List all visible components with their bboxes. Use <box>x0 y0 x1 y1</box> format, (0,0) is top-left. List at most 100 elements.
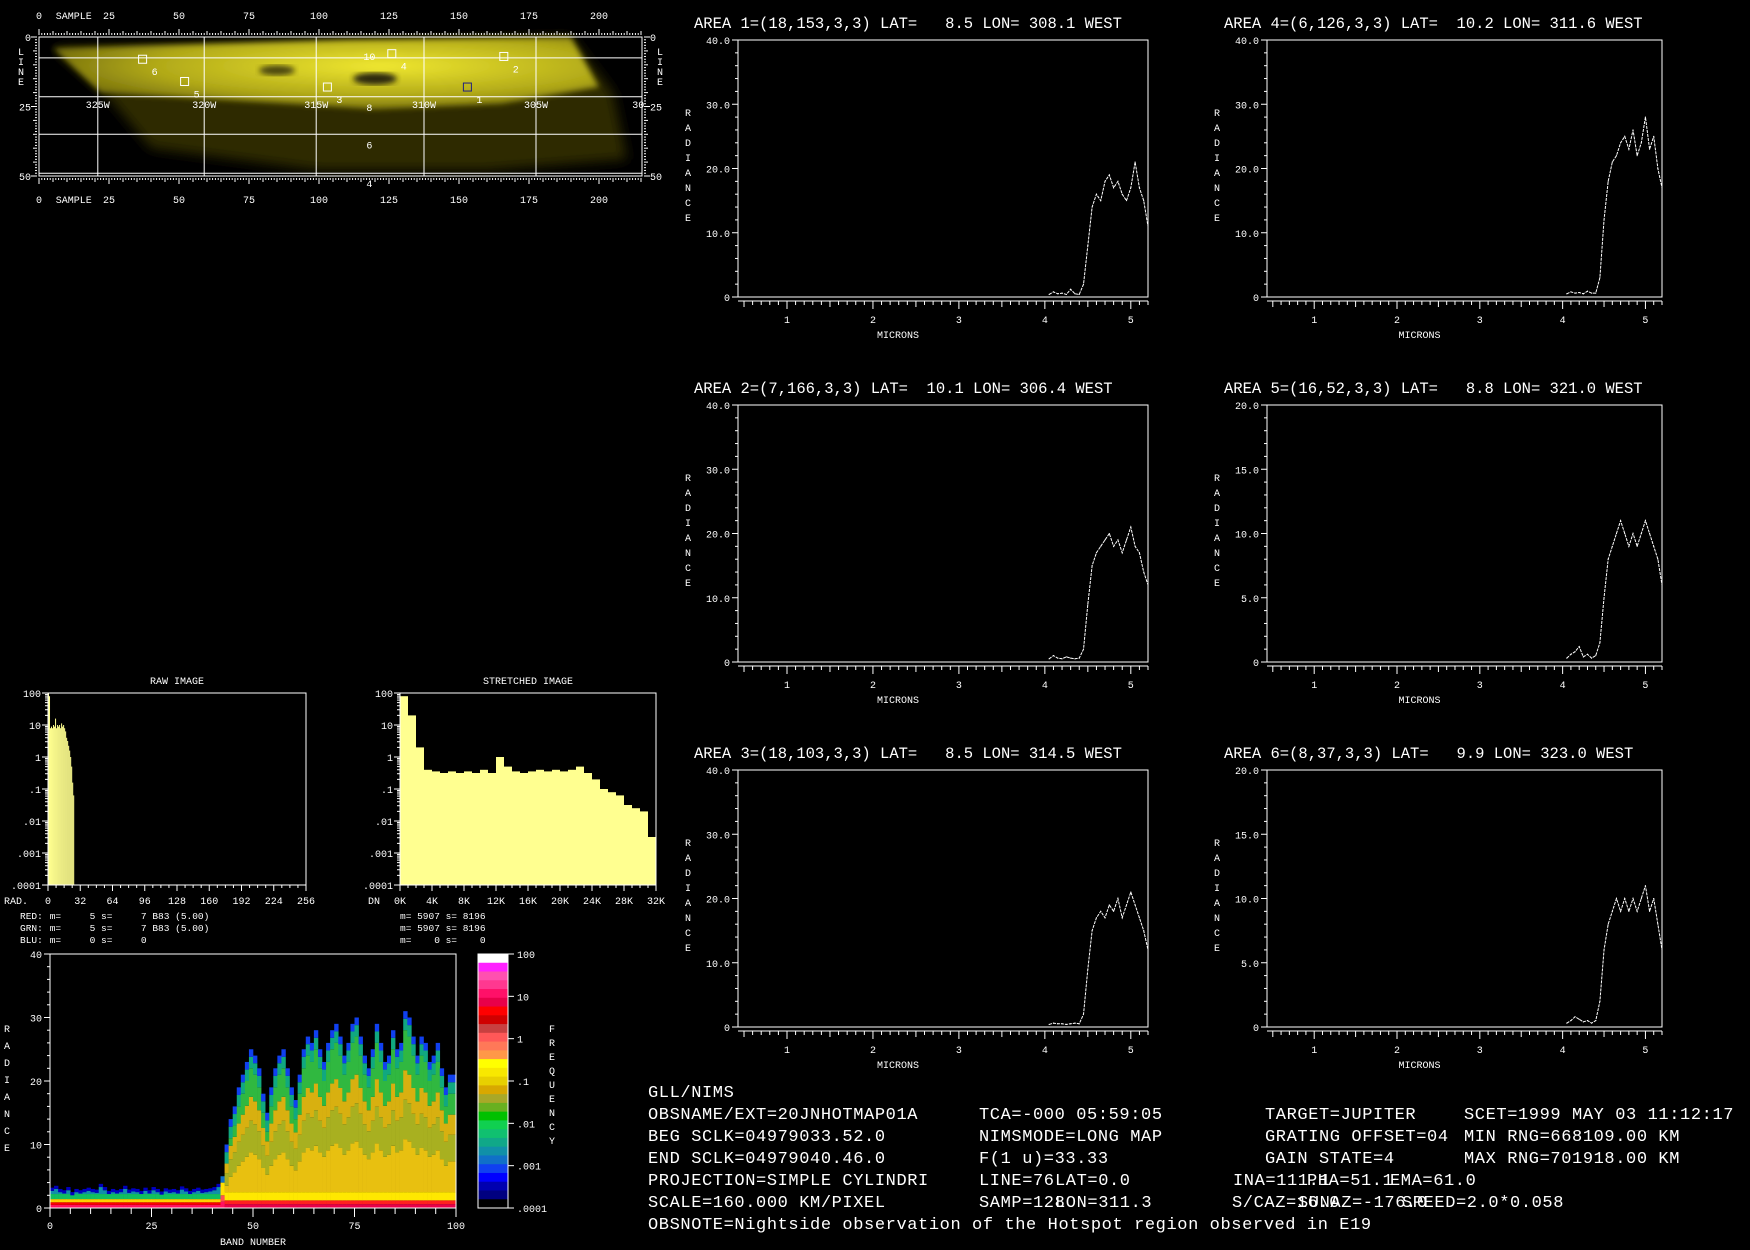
y-tick-label: 10.0 <box>1235 896 1259 907</box>
heat-cell <box>236 1087 242 1095</box>
colorbar-swatch <box>478 997 508 1008</box>
heat-cell <box>273 1110 278 1132</box>
spectrum-point <box>1083 283 1085 285</box>
heat-cell <box>54 1202 59 1205</box>
spectrum-point <box>1644 520 1646 522</box>
x-tick-label: 4 <box>1042 316 1048 327</box>
heat-cell <box>257 1110 262 1132</box>
spectrum-point <box>1108 174 1110 176</box>
heat-cell <box>309 1204 315 1208</box>
y-tick-label: .1 <box>29 786 41 797</box>
heat-cell <box>277 1101 282 1125</box>
y-axis-label-letter: D <box>685 869 691 880</box>
x-tick-label: 256 <box>297 897 315 908</box>
heat-cell <box>297 1192 303 1201</box>
heat-cell <box>281 1192 286 1201</box>
heat-cell <box>407 1036 412 1075</box>
heat-cell <box>253 1124 258 1155</box>
band-column <box>66 1187 71 1208</box>
x-tick-label: 5 <box>1642 681 1648 692</box>
heat-cell <box>439 1075 445 1088</box>
spectrum-point <box>1591 657 1593 659</box>
stats-line: m= 5907 s= 8196 <box>400 923 486 934</box>
heat-cell <box>427 1081 432 1106</box>
y-axis-label-letter: C <box>685 199 691 210</box>
obsnote: OBSNOTE=Nightside observation of the Hot… <box>648 1216 1372 1235</box>
heat-cell <box>330 1204 335 1208</box>
histogram-bar <box>560 771 568 885</box>
heat-cell <box>313 1083 319 1111</box>
heat-cell <box>338 1113 343 1148</box>
heat-cell <box>224 1163 229 1174</box>
y-tick-label: 100 <box>23 690 41 701</box>
spectrum-panel-area-3: AREA 3=(18,103,3,3) LAT= 8.5 LON= 314.5 … <box>685 745 1149 1072</box>
heat-cell <box>326 1200 331 1205</box>
heat-cell <box>342 1124 347 1155</box>
projection: PROJECTION=SIMPLE CYLINDRI <box>648 1172 929 1191</box>
spectrum-point <box>1134 904 1136 906</box>
heat-cell <box>395 1096 400 1121</box>
band-column <box>208 1188 213 1208</box>
heat-cell <box>407 1017 412 1026</box>
heat-cell <box>228 1119 233 1127</box>
heat-cell <box>301 1204 307 1208</box>
heat-cell <box>391 1083 396 1111</box>
histogram-bar <box>496 757 504 885</box>
histogram-bar <box>440 773 448 885</box>
heat-cell <box>427 1069 432 1081</box>
band-column <box>378 1042 384 1208</box>
heat-cell <box>427 1204 432 1208</box>
heat-cell <box>131 1191 136 1195</box>
sample-tick-label: 200 <box>590 196 608 207</box>
heat-cell <box>443 1165 449 1193</box>
heat-cell <box>338 1087 343 1114</box>
spectrum-point <box>1636 910 1638 912</box>
colorbar-tick-label: .001 <box>517 1163 541 1174</box>
colorbar-label-letter: Q <box>549 1067 555 1078</box>
x-tick-label: 224 <box>265 897 283 908</box>
heat-cell <box>322 1204 327 1208</box>
spectrum-point <box>1603 219 1605 221</box>
histogram-bar <box>568 769 576 885</box>
panel-title: AREA 3=(18,103,3,3) LAT= 8.5 LON= 314.5 … <box>694 745 1122 763</box>
heat-cell <box>354 1200 359 1205</box>
y-axis-label-letter: A <box>1214 169 1220 180</box>
heat-cell <box>94 1199 100 1203</box>
heat-cell <box>220 1182 225 1196</box>
spectrum-point <box>1117 539 1119 541</box>
spectrum-point <box>1599 1000 1601 1002</box>
heat-cell <box>305 1113 311 1148</box>
heat-cell <box>431 1192 436 1201</box>
y-tick-label: .1 <box>381 786 393 797</box>
band-column <box>70 1192 75 1208</box>
heat-cell <box>374 1079 380 1107</box>
heat-cell <box>330 1145 335 1193</box>
obsname: OBSNAME/EXT=20JNHOTMAP01A <box>648 1106 919 1125</box>
colorbar-swatch <box>478 980 508 990</box>
histogram-bar <box>68 745 70 885</box>
heat-cell <box>358 1147 363 1193</box>
nims-display: 10864325W 320W 315W 310W 305W 300025255050757… <box>4 12 1663 1249</box>
histogram-bar <box>648 837 656 885</box>
heat-cell <box>403 1192 408 1201</box>
spectrum-point <box>1661 187 1663 189</box>
band-column <box>106 1190 112 1208</box>
heat-cell <box>415 1101 420 1125</box>
y-axis-label-letter: A <box>685 854 691 865</box>
y-axis-label-letter: I <box>1214 154 1220 165</box>
histogram-bar <box>640 811 648 885</box>
latitude-label: 8 <box>366 104 372 115</box>
heat-cell <box>330 1110 335 1146</box>
heat-cell <box>362 1200 367 1205</box>
y-tick-label: 10.0 <box>706 230 730 241</box>
x-tick-label: 4 <box>1042 681 1048 692</box>
heat-cell <box>354 1017 359 1026</box>
heat-cell <box>358 1044 363 1056</box>
heat-cell <box>143 1199 148 1203</box>
heat-cell <box>423 1061 428 1093</box>
heat-cell <box>391 1030 396 1038</box>
heat-cell <box>399 1117 404 1151</box>
heat-cell <box>342 1204 347 1208</box>
heat-cell <box>403 1139 408 1193</box>
heat-cell <box>305 1036 311 1045</box>
